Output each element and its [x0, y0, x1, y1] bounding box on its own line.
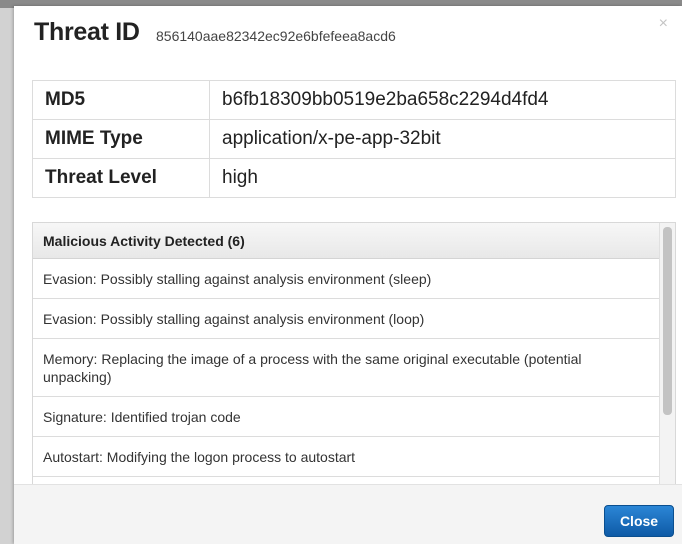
page-backdrop — [0, 0, 14, 544]
activity-header: Malicious Activity Detected (6) — [33, 223, 659, 259]
list-item: Evasion: Possibly stalling against analy… — [33, 259, 659, 299]
page: Threat ID 856140aae82342ec92e6bfefeea8ac… — [0, 0, 682, 544]
close-button[interactable]: Close — [604, 505, 674, 537]
list-item: Memory: Replacing the image of a process… — [33, 339, 659, 397]
list-item: Autostart: Modifying the logon process t… — [33, 437, 659, 477]
md5-label: MD5 — [32, 80, 210, 120]
activity-list: Malicious Activity Detected (6) Evasion:… — [33, 223, 659, 477]
threat-level-value: high — [209, 158, 676, 198]
modal-footer: Close — [14, 484, 682, 544]
list-item: Evasion: Possibly stalling against analy… — [33, 299, 659, 339]
malicious-activity-panel[interactable]: Malicious Activity Detected (6) Evasion:… — [32, 222, 676, 484]
mime-type-value: application/x-pe-app-32bit — [209, 119, 676, 159]
modal-title: Threat ID — [34, 18, 140, 46]
table-row: MIME Type application/x-pe-app-32bit — [32, 119, 676, 159]
list-item: Signature: Identified trojan code — [33, 397, 659, 437]
table-row: MD5 b6fb18309bb0519e2ba658c2294d4fd4 — [32, 80, 676, 120]
scrollbar-thumb[interactable] — [663, 227, 672, 415]
mime-type-label: MIME Type — [32, 119, 210, 159]
threat-level-label: Threat Level — [32, 158, 210, 198]
table-row: Threat Level high — [32, 158, 676, 198]
close-icon[interactable]: × — [659, 16, 668, 32]
md5-value: b6fb18309bb0519e2ba658c2294d4fd4 — [209, 80, 676, 120]
threat-info-table: MD5 b6fb18309bb0519e2ba658c2294d4fd4 MIM… — [32, 80, 676, 198]
threat-details-modal: Threat ID 856140aae82342ec92e6bfefeea8ac… — [14, 6, 682, 544]
modal-header: Threat ID 856140aae82342ec92e6bfefeea8ac… — [14, 6, 682, 62]
threat-id-value: 856140aae82342ec92e6bfefeea8acd6 — [156, 28, 396, 44]
activity-scrollbar[interactable] — [659, 223, 675, 484]
